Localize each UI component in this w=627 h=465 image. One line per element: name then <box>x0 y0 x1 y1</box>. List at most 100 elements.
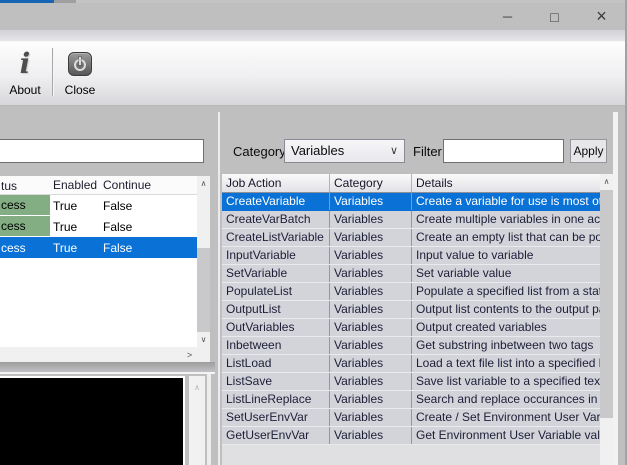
cell-enabled: True <box>53 219 78 234</box>
table-row[interactable]: SetVariable Variables Set variable value <box>222 265 613 283</box>
cell-status: cess <box>1 240 26 255</box>
job-action-table-header: Job Action Category Details <box>222 174 613 193</box>
column-header-enabled[interactable]: Enabled <box>50 176 100 194</box>
toolbar-separator <box>52 48 53 96</box>
cell-job-action: CreateVarBatch <box>222 211 330 228</box>
column-header-category[interactable]: Category <box>330 174 412 192</box>
table-row[interactable]: ListSave Variables Save list variable to… <box>222 373 613 391</box>
cell-category: Variables <box>330 301 412 318</box>
cell-category: Variables <box>330 319 412 336</box>
maximize-button[interactable]: □ <box>531 3 578 30</box>
scroll-down-icon[interactable]: ∨ <box>197 332 210 347</box>
chevron-down-icon: ∨ <box>389 145 398 157</box>
table-row[interactable]: ListLoad Variables Load a text file list… <box>222 355 613 373</box>
cell-job-action: ListLoad <box>222 355 330 372</box>
table-row[interactable]: CreateListVariable Variables Create an e… <box>222 229 613 247</box>
close-button-label: Close <box>64 83 96 97</box>
cell-category: Variables <box>330 355 412 372</box>
table-row[interactable]: cess True False <box>0 237 210 258</box>
column-header-continue[interactable]: Continue <box>100 176 160 194</box>
cell-details: Input value to variable <box>416 248 534 262</box>
column-header-status[interactable]: tus <box>0 176 50 194</box>
table-row[interactable]: OutputList Variables Output list content… <box>222 301 613 319</box>
scroll-right-icon[interactable]: > <box>182 347 197 362</box>
filter-input[interactable] <box>443 139 564 163</box>
left-horizontal-scrollbar[interactable]: > <box>0 347 197 362</box>
close-window-button[interactable]: × <box>578 3 625 30</box>
left-vertical-scrollbar[interactable]: ∧ ∨ <box>197 176 210 347</box>
column-header-job-action[interactable]: Job Action <box>222 174 330 192</box>
table-row[interactable]: OutVariables Variables Output created va… <box>222 319 613 337</box>
console-output-panel <box>0 376 185 465</box>
scroll-up-icon[interactable]: ∧ <box>189 380 205 395</box>
status-table: tus Enabled Continue cess True False ces… <box>0 176 210 362</box>
table-row[interactable]: Inbetween Variables Get substring inbetw… <box>222 337 613 355</box>
table-row[interactable]: PopulateList Variables Populate a specif… <box>222 283 613 301</box>
cell-job-action: Inbetween <box>222 337 330 354</box>
panel-divider <box>218 112 220 465</box>
cell-category: Variables <box>330 229 412 246</box>
cell-details: Load a text file list into a specified l… <box>416 356 613 370</box>
table-row[interactable]: InputVariable Variables Input value to v… <box>222 247 613 265</box>
menu-strip <box>0 30 627 42</box>
category-selected-value: Variables <box>291 143 345 158</box>
scrollbar-thumb[interactable] <box>600 190 613 418</box>
cell-status: cess <box>0 195 50 216</box>
cell-details: Create an empty list that can be popula <box>416 230 613 244</box>
right-vertical-scrollbar[interactable]: ∧ <box>600 174 613 465</box>
cell-job-action: CreateVariable <box>222 193 330 210</box>
cell-category: Variables <box>330 373 412 390</box>
table-row[interactable]: cess True False <box>0 195 210 216</box>
about-button[interactable]: i About <box>2 46 48 102</box>
cell-details: Output list contents to the output pane <box>416 302 613 316</box>
maximize-icon: □ <box>550 8 559 25</box>
info-icon: i <box>19 47 31 80</box>
cell-category: Variables <box>330 337 412 354</box>
right-panel-edge-strip <box>613 112 618 465</box>
filter-label: Filter <box>413 144 442 159</box>
close-app-button[interactable]: Close <box>57 46 103 102</box>
left-search-input[interactable] <box>0 139 204 163</box>
cell-category: Variables <box>330 283 412 300</box>
toolbar: i About Close <box>0 42 627 106</box>
cell-job-action: PopulateList <box>222 283 330 300</box>
category-label: Category <box>233 144 286 159</box>
column-header-details[interactable]: Details <box>412 174 600 192</box>
cell-enabled: True <box>53 198 78 213</box>
cell-job-action: OutVariables <box>222 319 330 336</box>
titlebar: ─ □ × <box>0 3 627 30</box>
cell-details: Output created variables <box>416 320 547 334</box>
scroll-up-icon[interactable]: ∧ <box>600 174 613 189</box>
cell-details: Create a variable for use is most other <box>416 194 613 208</box>
cell-details: Search and replace occurances in all lin <box>416 392 613 406</box>
cell-job-action: CreateListVariable <box>222 229 330 246</box>
cell-category: Variables <box>330 409 412 426</box>
cell-job-action: SetVariable <box>222 265 330 282</box>
cell-continue: False <box>103 219 133 234</box>
apply-button[interactable]: Apply <box>570 139 607 163</box>
cell-continue: False <box>103 240 133 255</box>
table-row[interactable]: ListLineReplace Variables Search and rep… <box>222 391 613 409</box>
console-scrollbar[interactable]: ∧ <box>189 376 205 465</box>
table-row[interactable]: CreateVariable Variables Create a variab… <box>222 193 613 211</box>
job-action-table: Job Action Category Details CreateVariab… <box>222 174 613 465</box>
table-row[interactable]: SetUserEnvVar Variables Create / Set Env… <box>222 409 613 427</box>
cell-details: Get substring inbetween two tags <box>416 338 594 352</box>
scroll-up-icon[interactable]: ∧ <box>197 176 210 191</box>
table-row[interactable]: CreateVarBatch Variables Create multiple… <box>222 211 613 229</box>
table-row[interactable]: cess True False <box>0 216 210 237</box>
category-dropdown[interactable]: Variables ∨ <box>284 139 405 163</box>
minimize-button[interactable]: ─ <box>484 3 531 30</box>
console-border-strip <box>207 374 211 465</box>
table-row[interactable]: GetUserEnvVar Variables Get Environment … <box>222 427 613 445</box>
cell-continue: False <box>103 198 133 213</box>
cell-job-action: ListLineReplace <box>222 391 330 408</box>
cell-job-action: InputVariable <box>222 247 330 264</box>
cell-category: Variables <box>330 211 412 228</box>
scrollbar-thumb[interactable] <box>197 248 210 332</box>
job-action-rows: CreateVariable Variables Create a variab… <box>222 193 613 445</box>
about-button-label: About <box>9 83 41 97</box>
cell-category: Variables <box>330 247 412 264</box>
cell-enabled: True <box>53 240 78 255</box>
horizontal-splitter[interactable] <box>0 362 215 374</box>
